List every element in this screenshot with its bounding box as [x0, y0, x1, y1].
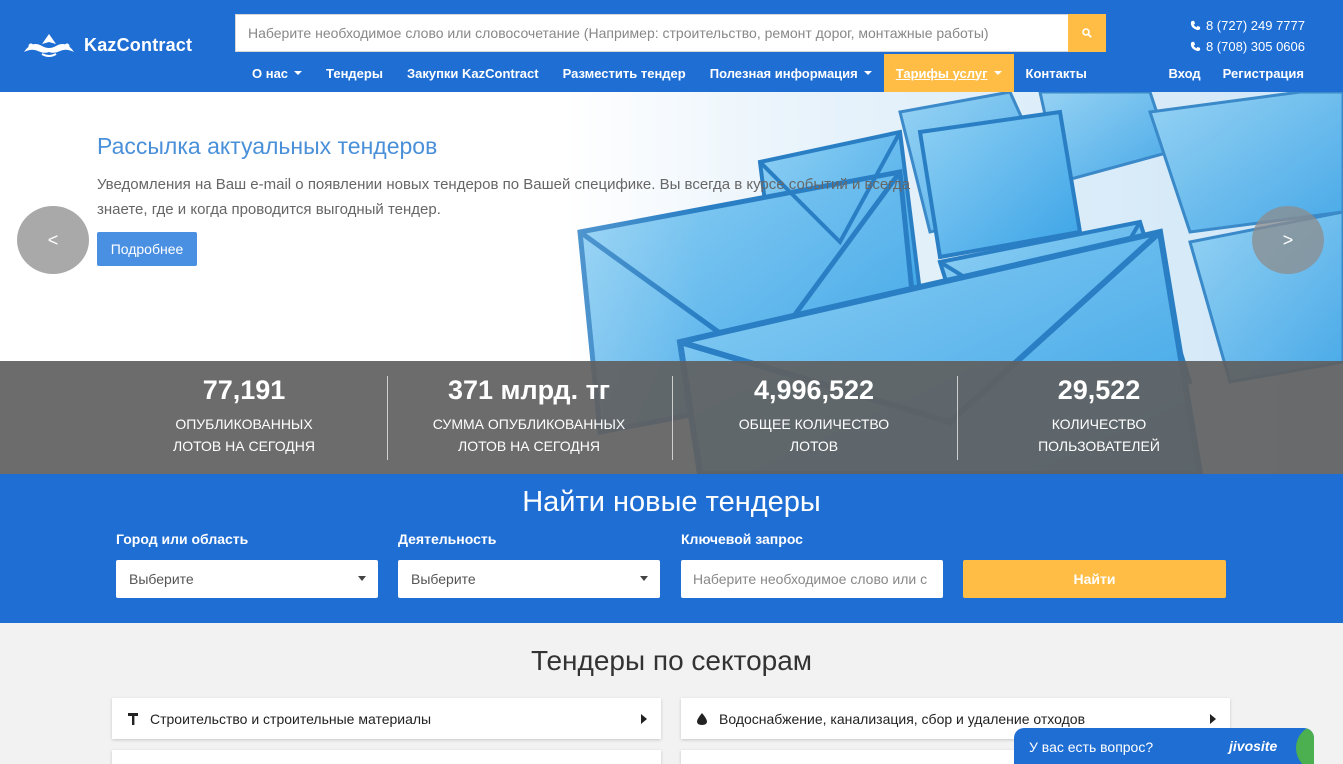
stat-label: КОЛИЧЕСТВО ПОЛЬЗОВАТЕЛЕЙ [957, 413, 1242, 457]
hero-slider: Рассылка актуальных тендеров Уведомления… [0, 92, 1343, 474]
nav-item-purchases[interactable]: Закупки KazContract [395, 54, 551, 92]
dropdown-arrow-icon [358, 576, 366, 581]
stat-users: 29,522 КОЛИЧЕСТВО ПОЛЬЗОВАТЕЛЕЙ [956, 361, 1242, 474]
water-drop-icon [695, 712, 709, 726]
login-link[interactable]: Вход [1158, 54, 1212, 92]
stat-label-line: ЛОТОВ НА СЕГОДНЯ [458, 438, 600, 454]
caret-right-icon [641, 714, 647, 724]
stat-total-lots: 4,996,522 ОБЩЕЕ КОЛИЧЕСТВО ЛОТОВ [671, 361, 957, 474]
caret-down-icon [863, 71, 872, 75]
slider-next-button[interactable]: > [1252, 206, 1324, 274]
city-label: Город или область [116, 531, 249, 547]
find-button[interactable]: Найти [963, 560, 1226, 598]
nav-item-about[interactable]: О нас [240, 54, 314, 92]
site-header: KazContract 8 (727) 249 7777 8 (708) 305… [0, 0, 1343, 92]
nav-item-label: Закупки KazContract [406, 65, 539, 81]
logo[interactable]: KazContract [22, 30, 192, 60]
stat-lots-sum: 371 млрд. тг СУММА ОПУБЛИКОВАННЫХ ЛОТОВ Н… [386, 361, 672, 474]
phone-number-1: 8 (727) 249 7777 [1205, 18, 1305, 33]
phone-icon [1190, 20, 1201, 31]
keyword-label: Ключевой запрос [681, 531, 803, 547]
stat-label-line: ПОЛЬЗОВАТЕЛЕЙ [1038, 438, 1160, 454]
nav-item-tenders[interactable]: Тендеры [314, 54, 395, 92]
stat-label: ОПУБЛИКОВАННЫХ ЛОТОВ НА СЕГОДНЯ [102, 413, 387, 457]
logo-text: KazContract [84, 34, 193, 55]
sector-item[interactable] [112, 750, 661, 764]
stat-published-lots: 77,191 ОПУБЛИКОВАННЫХ ЛОТОВ НА СЕГОДНЯ [102, 361, 387, 474]
nav-item-label: Контакты [1025, 65, 1087, 81]
phone-numbers: 8 (727) 249 7777 8 (708) 305 0606 [1190, 15, 1305, 57]
hammer-icon [126, 712, 140, 726]
stat-label-line: ЛОТОВ НА СЕГОДНЯ [173, 438, 315, 454]
hero-more-button[interactable]: Подробнее [97, 232, 197, 266]
logo-ornament-icon [24, 34, 74, 57]
sector-construction[interactable]: Строительство и строительные материалы [112, 698, 661, 739]
stat-value: 371 млрд. тг [447, 375, 611, 405]
stat-label-line: ОБЩЕЕ КОЛИЧЕСТВО [738, 416, 890, 432]
chat-widget-text: У вас есть вопрос? [1029, 739, 1154, 755]
stat-label-line: ЛОТОВ [789, 438, 839, 454]
auth-links: Вход Регистрация [1158, 54, 1315, 92]
find-tenders-section: Найти новые тендеры Город или область Вы… [0, 474, 1343, 623]
caret-down-icon [294, 71, 303, 75]
header-search-input[interactable] [235, 14, 1068, 52]
chat-widget-brand: jivosite [1229, 738, 1278, 754]
activity-select-value: Выберите [411, 571, 476, 587]
register-link[interactable]: Регистрация [1212, 54, 1315, 92]
stat-label-line: КОЛИЧЕСТВО [1051, 416, 1147, 432]
stat-label: СУММА ОПУБЛИКОВАННЫХ ЛОТОВ НА СЕГОДНЯ [387, 413, 672, 457]
stat-label: ОБЩЕЕ КОЛИЧЕСТВО ЛОТОВ [672, 413, 957, 457]
hero-description: Уведомления на Ваш e-mail о появлении но… [97, 176, 911, 218]
phone-line-1[interactable]: 8 (727) 249 7777 [1190, 15, 1305, 36]
nav-item-contacts[interactable]: Контакты [1014, 54, 1099, 92]
sector-label: Водоснабжение, канализация, сбор и удале… [719, 710, 1086, 727]
stat-value: 77,191 [202, 375, 286, 405]
search-icon [1082, 28, 1092, 38]
find-tenders-title: Найти новые тендеры [522, 486, 821, 518]
chat-widget[interactable]: У вас есть вопрос? jivosite [1014, 728, 1314, 764]
nav-item-label: О нас [252, 65, 289, 81]
stat-value: 4,996,522 [753, 375, 875, 405]
caret-right-icon [1210, 714, 1216, 724]
nav-item-useful-info[interactable]: Полезная информация [698, 54, 884, 92]
nav-item-place-tender[interactable]: Разместить тендер [551, 54, 698, 92]
header-search-button[interactable] [1068, 14, 1106, 52]
slider-prev-button[interactable]: < [17, 206, 89, 274]
nav-item-label: Тарифы услуг [895, 65, 988, 81]
activity-label: Деятельность [398, 531, 497, 547]
nav-item-label: Тендеры [326, 65, 383, 81]
nav-item-label: Полезная информация [709, 65, 858, 81]
caret-down-icon [993, 71, 1002, 75]
city-select[interactable]: Выберите [116, 560, 378, 598]
stat-value: 29,522 [1057, 375, 1141, 405]
hero-title: Рассылка актуальных тендеров [97, 133, 438, 159]
city-select-value: Выберите [129, 571, 194, 587]
chat-status-indicator [1296, 728, 1314, 764]
stat-label-line: СУММА ОПУБЛИКОВАННЫХ [432, 416, 626, 432]
stat-label-line: ОПУБЛИКОВАННЫХ [175, 416, 313, 432]
phone-icon [1190, 41, 1201, 52]
keyword-input[interactable] [681, 560, 943, 598]
main-nav: О нас Тендеры Закупки KazContract Размес… [240, 54, 1099, 92]
nav-item-tariffs[interactable]: Тарифы услуг [883, 54, 1014, 92]
sectors-title: Тендеры по секторам [530, 645, 813, 676]
dropdown-arrow-icon [640, 576, 648, 581]
nav-item-label: Разместить тендер [562, 65, 686, 81]
activity-select[interactable]: Выберите [398, 560, 660, 598]
sector-label: Строительство и строительные материалы [150, 710, 432, 727]
stats-bar: 77,191 ОПУБЛИКОВАННЫХ ЛОТОВ НА СЕГОДНЯ 37… [0, 361, 1343, 474]
header-search [235, 14, 1106, 52]
